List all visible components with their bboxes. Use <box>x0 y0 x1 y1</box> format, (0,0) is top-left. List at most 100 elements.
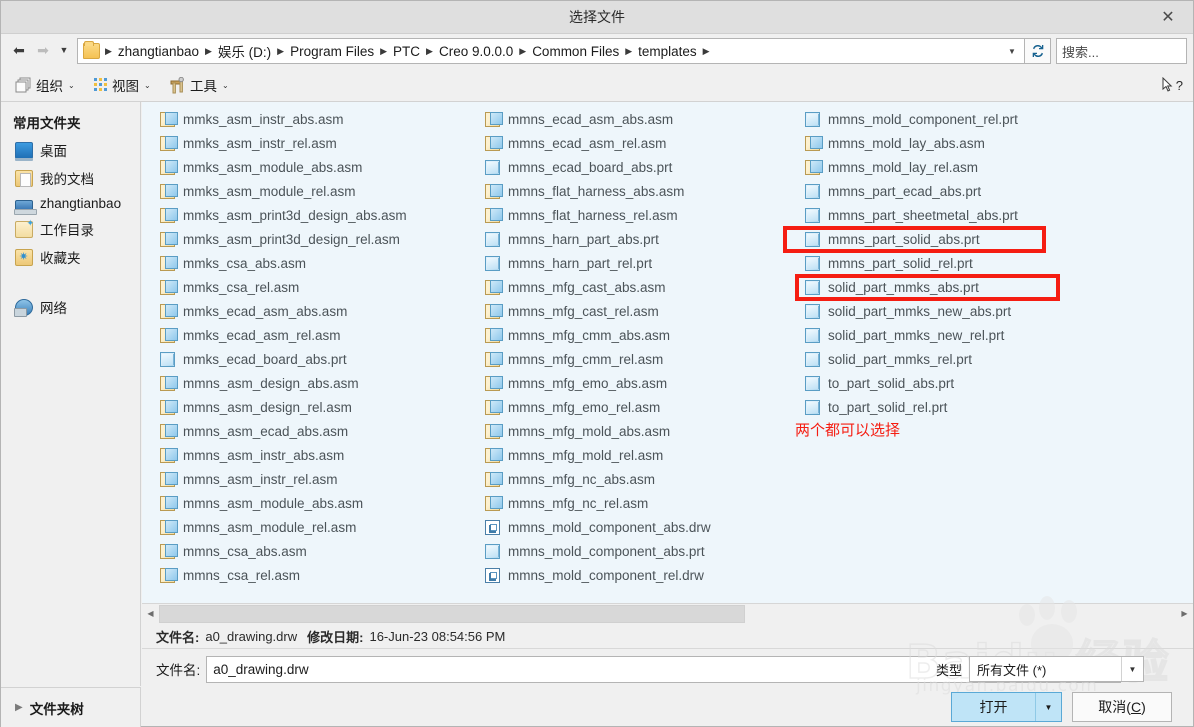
breadcrumb-item-6[interactable]: templates <box>635 42 700 61</box>
file-list-item[interactable]: mmns_csa_rel.asm <box>142 563 467 587</box>
file-list-item[interactable]: mmns_flat_harness_abs.asm <box>467 179 787 203</box>
file-list-item[interactable]: mmns_asm_design_rel.asm <box>142 395 467 419</box>
file-list-item[interactable]: mmns_harn_part_abs.prt <box>467 227 787 251</box>
open-dropdown-icon[interactable]: ▼ <box>1035 693 1061 721</box>
breadcrumb-separator-2[interactable]: ▶ <box>274 46 287 57</box>
file-list-item[interactable]: mmks_asm_module_rel.asm <box>142 179 467 203</box>
back-arrow-icon[interactable]: ⬅ <box>8 38 30 62</box>
file-list-item[interactable]: mmns_ecad_asm_rel.asm <box>467 131 787 155</box>
file-list-item[interactable]: mmks_asm_module_abs.asm <box>142 155 467 179</box>
search-input[interactable]: 搜索... <box>1056 38 1187 64</box>
breadcrumb-separator-7[interactable]: ▶ <box>700 46 713 57</box>
file-list-item[interactable]: to_part_solid_abs.prt <box>787 371 1117 395</box>
file-list-item[interactable]: mmns_mfg_cast_rel.asm <box>467 299 787 323</box>
file-list-item[interactable]: mmns_part_sheetmetal_abs.prt <box>787 203 1117 227</box>
file-list-item[interactable]: mmns_mfg_cmm_abs.asm <box>467 323 787 347</box>
file-list-item[interactable]: mmns_asm_module_abs.asm <box>142 491 467 515</box>
file-list-item[interactable]: mmks_asm_instr_rel.asm <box>142 131 467 155</box>
sidebar-item-network[interactable]: 网络 <box>1 293 140 321</box>
file-list-item[interactable]: mmns_mold_component_abs.drw <box>467 515 787 539</box>
file-list-item[interactable]: mmns_csa_abs.asm <box>142 539 467 563</box>
file-list-item[interactable]: mmks_asm_instr_abs.asm <box>142 107 467 131</box>
file-list-item[interactable]: mmns_asm_instr_abs.asm <box>142 443 467 467</box>
file-list-item[interactable]: mmks_ecad_asm_rel.asm <box>142 323 467 347</box>
scrollbar-thumb[interactable] <box>159 604 745 623</box>
tools-menu-button[interactable]: 工具 ⌄ <box>169 73 229 97</box>
file-list-item[interactable]: mmns_mold_component_abs.prt <box>467 539 787 563</box>
file-list-item[interactable]: mmns_flat_harness_rel.asm <box>467 203 787 227</box>
file-list-item[interactable]: mmns_mfg_emo_abs.asm <box>467 371 787 395</box>
sidebar-item-working-directory[interactable]: 工作目录 <box>1 215 140 243</box>
scroll-left-arrow[interactable]: ◀ <box>142 604 159 623</box>
file-list-item[interactable]: mmns_mfg_emo_rel.asm <box>467 395 787 419</box>
file-list-item[interactable]: mmns_mfg_mold_rel.asm <box>467 443 787 467</box>
file-list-item[interactable]: mmks_ecad_asm_abs.asm <box>142 299 467 323</box>
file-list-item[interactable]: mmns_mold_lay_abs.asm <box>787 131 1117 155</box>
file-list-item[interactable]: mmns_part_solid_abs.prt <box>787 227 1117 251</box>
sidebar-item-desktop[interactable]: 桌面 <box>1 136 140 164</box>
file-list-item[interactable]: mmns_mfg_cast_abs.asm <box>467 275 787 299</box>
organize-menu-button[interactable]: 组织 ⌄ <box>15 73 75 97</box>
file-list-item[interactable]: solid_part_mmks_new_abs.prt <box>787 299 1117 323</box>
sidebar-item-documents[interactable]: 我的文档 <box>1 164 140 192</box>
breadcrumb-item-1[interactable]: 娱乐 (D:) <box>215 39 274 63</box>
breadcrumb-item-3[interactable]: PTC <box>390 42 423 61</box>
close-icon[interactable]: ✕ <box>1151 1 1185 34</box>
file-list-item[interactable]: solid_part_mmks_new_rel.prt <box>787 323 1117 347</box>
file-list-item[interactable]: to_part_solid_rel.prt <box>787 395 1117 419</box>
horizontal-scrollbar[interactable]: ◀ ▶ <box>142 603 1193 623</box>
file-list-item[interactable]: mmns_harn_part_rel.prt <box>467 251 787 275</box>
file-list-item[interactable]: mmns_mold_lay_rel.asm <box>787 155 1117 179</box>
refresh-icon[interactable] <box>1025 38 1051 64</box>
file-list-item[interactable]: mmns_asm_instr_rel.asm <box>142 467 467 491</box>
file-list-item[interactable]: mmns_mfg_mold_abs.asm <box>467 419 787 443</box>
breadcrumb-separator-5[interactable]: ▶ <box>516 46 529 57</box>
file-list-item[interactable]: mmns_mfg_nc_rel.asm <box>467 491 787 515</box>
file-list-item[interactable]: mmns_mfg_cmm_rel.asm <box>467 347 787 371</box>
file-list-item[interactable]: mmns_ecad_asm_abs.asm <box>467 107 787 131</box>
file-list-item[interactable]: mmks_ecad_board_abs.prt <box>142 347 467 371</box>
breadcrumb-item-2[interactable]: Program Files <box>287 42 377 61</box>
file-list-item[interactable]: mmns_asm_ecad_abs.asm <box>142 419 467 443</box>
file-list-item[interactable]: solid_part_mmks_abs.prt <box>787 275 1117 299</box>
open-split-button[interactable]: 打开 ▼ <box>951 692 1062 722</box>
breadcrumb-separator-0[interactable]: ▶ <box>102 46 115 57</box>
view-menu-button[interactable]: 视图 ⌄ <box>93 73 151 97</box>
file-list-item[interactable]: mmns_asm_design_abs.asm <box>142 371 467 395</box>
breadcrumb-item-0[interactable]: zhangtianbao <box>115 42 202 61</box>
breadcrumb-separator-3[interactable]: ▶ <box>377 46 390 57</box>
file-type-select[interactable]: 所有文件 (*) ▼ <box>969 656 1145 682</box>
file-list-item[interactable]: mmns_mfg_nc_abs.asm <box>467 467 787 491</box>
breadcrumb-separator-1[interactable]: ▶ <box>202 46 215 57</box>
file-list-item[interactable]: mmns_mold_component_rel.drw <box>467 563 787 587</box>
scroll-right-arrow[interactable]: ▶ <box>1176 604 1193 623</box>
breadcrumb-separator-6[interactable]: ▶ <box>622 46 635 57</box>
chevron-down-icon[interactable]: ▼ <box>1002 39 1022 63</box>
file-list-item[interactable]: mmks_asm_print3d_design_rel.asm <box>142 227 467 251</box>
file-list-item[interactable]: mmns_part_ecad_abs.prt <box>787 179 1117 203</box>
help-cursor-icon[interactable]: ? <box>1155 74 1183 96</box>
file-list-item[interactable]: mmns_mold_component_rel.prt <box>787 107 1117 131</box>
history-dropdown-icon[interactable]: ▼ <box>56 38 72 62</box>
file-list-item[interactable]: mmns_ecad_board_abs.prt <box>467 155 787 179</box>
address-bar[interactable]: ▶ zhangtianbao ▶ 娱乐 (D:) ▶ Program Files… <box>77 38 1025 64</box>
file-list[interactable]: mmks_asm_instr_abs.asm mmks_asm_instr_rel… <box>142 102 1193 603</box>
chevron-down-icon[interactable]: ▼ <box>1121 657 1143 681</box>
file-list-item[interactable]: mmns_part_solid_rel.prt <box>787 251 1117 275</box>
sidebar-item-favorites[interactable]: 收藏夹 <box>1 243 140 271</box>
cancel-button[interactable]: 取消(C) <box>1072 692 1172 722</box>
forward-arrow-icon[interactable]: ➡ <box>32 38 54 62</box>
breadcrumb-separator-4[interactable]: ▶ <box>423 46 436 57</box>
file-list-item[interactable]: mmks_csa_rel.asm <box>142 275 467 299</box>
file-list-item[interactable]: mmks_csa_abs.asm <box>142 251 467 275</box>
file-list-item[interactable]: mmns_asm_module_rel.asm <box>142 515 467 539</box>
file-list-item[interactable]: solid_part_mmks_rel.prt <box>787 347 1117 371</box>
folder-tree-toggle[interactable]: ▶ 文件夹树 <box>1 687 141 727</box>
sidebar-item-user-home[interactable]: zhangtianbao <box>1 192 140 215</box>
scrollbar-track[interactable] <box>159 604 1176 623</box>
file-list-item[interactable]: mmks_asm_print3d_design_abs.asm <box>142 203 467 227</box>
breadcrumb: ▶ zhangtianbao ▶ 娱乐 (D:) ▶ Program Files… <box>102 39 1002 63</box>
breadcrumb-item-5[interactable]: Common Files <box>529 42 622 61</box>
breadcrumb-item-4[interactable]: Creo 9.0.0.0 <box>436 42 516 61</box>
open-button[interactable]: 打开 <box>952 693 1035 721</box>
